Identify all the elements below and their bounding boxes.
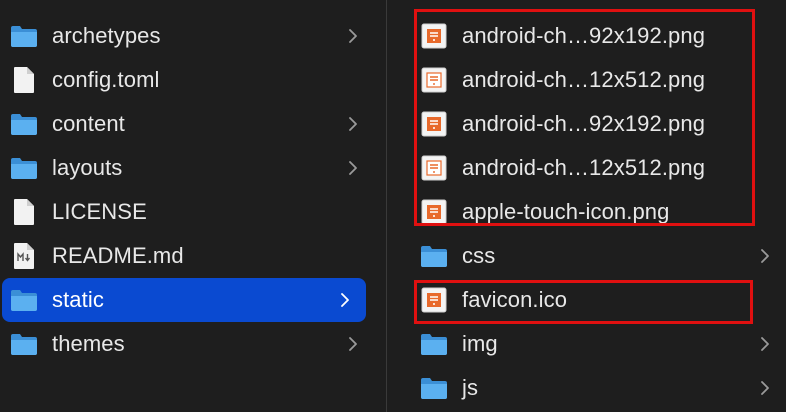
markdown-file-icon [10,242,38,270]
list-item-android-chrome-192-2[interactable]: android-ch…92x192.png [388,102,786,146]
list-item-img[interactable]: img [388,322,786,366]
item-label: static [52,287,104,312]
item-label: archetypes [52,23,161,48]
chevron-right-icon [758,335,772,353]
list-item-license[interactable]: LICENSE [0,190,384,234]
chevron-right-icon [346,115,360,133]
chevron-right-icon [758,379,772,397]
list-item-android-chrome-192[interactable]: android-ch…92x192.png [388,14,786,58]
folder-icon [10,330,38,358]
list-item-apple-touch-icon[interactable]: apple-touch-icon.png [388,190,786,234]
item-label: android-ch…12x512.png [462,67,706,92]
list-item-content[interactable]: content [0,102,384,146]
item-label: android-ch…12x512.png [462,155,706,180]
list-item-readme[interactable]: README.md [0,234,384,278]
image-file-icon [420,110,448,138]
item-label: config.toml [52,67,160,92]
list-item-archetypes[interactable]: archetypes [0,14,384,58]
list-item-android-chrome-512[interactable]: android-ch…12x512.png [388,58,786,102]
chevron-right-icon [346,335,360,353]
image-file-icon [420,22,448,50]
image-file-icon [420,198,448,226]
list-item-themes[interactable]: themes [0,322,384,366]
left-column: archetypes config.toml content layouts L… [0,0,384,412]
item-label: LICENSE [52,199,147,224]
chevron-right-icon [758,247,772,265]
folder-icon [10,154,38,182]
item-label: README.md [52,243,184,268]
folder-icon [10,110,38,138]
document-icon [10,66,38,94]
image-file-icon [420,154,448,182]
item-label: android-ch…92x192.png [462,23,706,48]
item-label: img [462,331,498,356]
list-item-js[interactable]: js [388,366,786,410]
column-divider[interactable] [386,0,387,412]
item-label: apple-touch-icon.png [462,199,670,224]
list-item-layouts[interactable]: layouts [0,146,384,190]
right-column: android-ch…92x192.png android-ch…12x512.… [388,0,786,412]
image-file-icon [420,286,448,314]
item-label: js [462,375,479,400]
item-label: favicon.ico [462,287,568,312]
item-label: android-ch…92x192.png [462,111,706,136]
item-label: content [52,111,125,136]
folder-icon [10,22,38,50]
list-item-config-toml[interactable]: config.toml [0,58,384,102]
item-label: layouts [52,155,123,180]
image-file-icon [420,66,448,94]
item-label: css [462,243,496,268]
folder-icon [10,286,38,314]
list-item-static[interactable]: static [2,278,366,322]
chevron-right-icon [346,27,360,45]
chevron-right-icon [346,159,360,177]
folder-icon [420,374,448,402]
item-label: themes [52,331,125,356]
folder-icon [420,330,448,358]
folder-icon [420,242,448,270]
list-item-css[interactable]: css [388,234,786,278]
document-icon [10,198,38,226]
chevron-right-icon [338,291,352,309]
list-item-android-chrome-512-2[interactable]: android-ch…12x512.png [388,146,786,190]
list-item-favicon[interactable]: favicon.ico [388,278,786,322]
